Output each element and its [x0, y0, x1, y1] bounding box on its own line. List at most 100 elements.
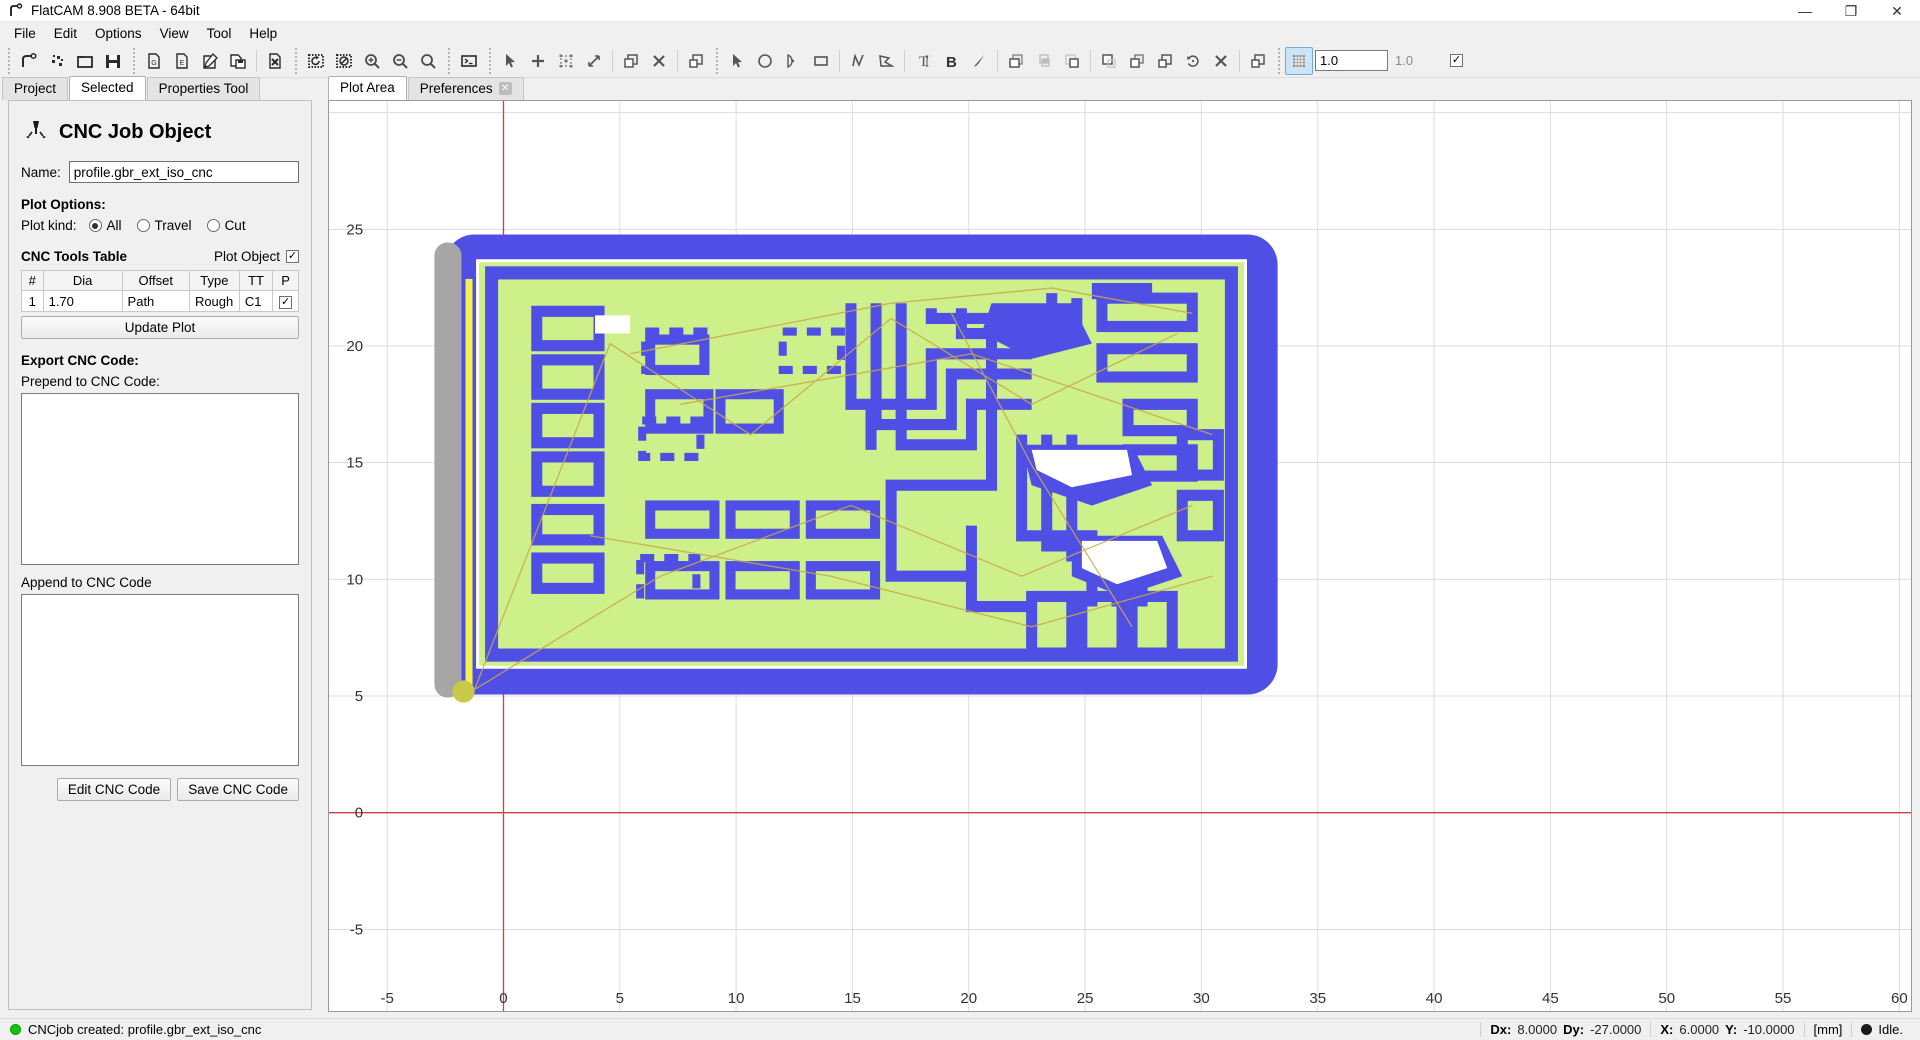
tab-plot-area[interactable]: Plot Area — [328, 76, 407, 100]
svg-text:50: 50 — [1658, 990, 1675, 1007]
minimize-button[interactable]: — — [1782, 0, 1828, 22]
toolbar-grip[interactable] — [486, 47, 493, 74]
radio-label-cut: Cut — [224, 218, 246, 233]
close-button[interactable]: ✕ — [1874, 0, 1920, 22]
save-object-icon[interactable] — [224, 47, 252, 75]
plot-svg: -5 0 5 10 15 20 25 30 35 40 45 50 55 60 -5 0 5 10 15 20 25 — [329, 101, 1911, 1011]
name-label: Name: — [21, 164, 61, 180]
add-polygon-icon[interactable] — [844, 47, 872, 75]
toolbar-separator — [1090, 49, 1091, 72]
plot-object-checkbox[interactable]: ✓ — [286, 250, 299, 263]
snap-to-grid-icon[interactable] — [1285, 46, 1313, 75]
cut-path-icon[interactable] — [1095, 47, 1123, 75]
resize-drill-icon[interactable] — [580, 47, 608, 75]
add-text-icon[interactable]: T — [909, 47, 937, 75]
menu-options[interactable]: Options — [86, 24, 151, 43]
delete-selected-icon[interactable] — [1207, 47, 1235, 75]
radio-plot-kind-all[interactable]: All — [88, 218, 122, 233]
union-icon[interactable] — [1002, 47, 1030, 75]
units-indicator[interactable]: [mm] — [1803, 1022, 1852, 1037]
cell-offset: Path — [121, 290, 190, 312]
buffer-icon[interactable]: B — [937, 47, 965, 75]
edit-object-icon[interactable] — [196, 47, 224, 75]
add-arc-icon[interactable] — [779, 47, 807, 75]
add-drill-icon[interactable] — [524, 47, 552, 75]
select-tool-icon[interactable] — [723, 47, 751, 75]
add-drill-array-icon[interactable] — [552, 47, 580, 75]
add-rectangle-icon[interactable] — [807, 47, 835, 75]
paint-icon[interactable] — [965, 47, 993, 75]
toolbar-separator — [612, 49, 613, 72]
copy-geometry-icon[interactable] — [682, 47, 710, 75]
open-project-icon[interactable] — [71, 47, 99, 75]
cell-type: Rough — [188, 290, 240, 312]
rotate-shape-icon[interactable] — [1179, 47, 1207, 75]
zoom-in-icon[interactable] — [358, 47, 386, 75]
radio-plot-kind-cut[interactable]: Cut — [206, 218, 246, 233]
zoom-out-icon[interactable] — [386, 47, 414, 75]
grid-y-input[interactable]: 1.0 — [1390, 50, 1442, 71]
cell-plot-checkbox[interactable]: ✓ — [279, 296, 293, 309]
new-excellon-icon[interactable] — [43, 47, 71, 75]
plot-area-canvas[interactable]: -5 0 5 10 15 20 25 30 35 40 45 50 55 60 -5 0 5 10 15 20 25 — [328, 100, 1912, 1012]
dy-value: -27.0000 — [1590, 1022, 1642, 1037]
append-cnc-code-textarea[interactable] — [21, 594, 299, 766]
move-shape-icon[interactable] — [1151, 47, 1179, 75]
toolbar-grip[interactable] — [130, 47, 137, 74]
menu-file[interactable]: File — [5, 24, 45, 43]
toolbar-separator — [256, 49, 257, 72]
add-circle-icon[interactable] — [751, 47, 779, 75]
toolbar-grip[interactable] — [5, 47, 12, 74]
menu-help[interactable]: Help — [240, 24, 286, 43]
tab-selected[interactable]: Selected — [69, 76, 146, 100]
copy-object-icon[interactable] — [617, 47, 645, 75]
col-tt: TT — [238, 270, 274, 291]
replot-icon[interactable] — [302, 47, 330, 75]
table-row[interactable]: 1 1.70 Path Rough C1 ✓ — [21, 290, 299, 312]
new-geometry-icon[interactable] — [15, 47, 43, 75]
menu-view[interactable]: View — [151, 24, 198, 43]
edit-cnc-code-button[interactable]: Edit CNC Code — [56, 778, 172, 801]
svg-text:35: 35 — [1309, 990, 1326, 1007]
menu-tool[interactable]: Tool — [198, 24, 241, 43]
update-plot-button[interactable]: Update Plot — [21, 316, 299, 339]
tab-preferences[interactable]: Preferences ✕ — [407, 77, 524, 100]
open-excellon-icon[interactable]: E — [168, 47, 196, 75]
maximize-button[interactable]: ❐ — [1828, 0, 1874, 22]
object-name-input[interactable]: profile.gbr_ext_iso_cnc — [68, 161, 299, 183]
toolbar-grip[interactable] — [1275, 47, 1282, 74]
menu-edit[interactable]: Edit — [45, 24, 86, 43]
subtract-icon[interactable] — [1058, 47, 1086, 75]
toolbar-grip[interactable] — [445, 47, 452, 74]
open-gerber-icon[interactable]: G — [140, 47, 168, 75]
zoom-fit-icon[interactable] — [414, 47, 442, 75]
save-cnc-code-button[interactable]: Save CNC Code — [177, 778, 299, 801]
command-line-icon[interactable] — [455, 47, 483, 75]
delete-object-icon[interactable] — [261, 47, 289, 75]
prepend-cnc-code-textarea[interactable] — [21, 393, 299, 565]
transform-icon[interactable] — [1244, 47, 1272, 75]
tab-properties-tool[interactable]: Properties Tool — [146, 77, 261, 100]
toolbar-grip[interactable] — [713, 47, 720, 74]
tab-project[interactable]: Project — [2, 77, 69, 100]
intersection-icon[interactable] — [1030, 47, 1058, 75]
svg-text:0: 0 — [499, 990, 507, 1007]
save-project-icon[interactable] — [99, 47, 127, 75]
grid-x-input[interactable]: 1.0 — [1315, 50, 1388, 71]
delete-shape-icon[interactable] — [645, 47, 673, 75]
svg-text:0: 0 — [355, 805, 363, 822]
close-icon[interactable]: ✕ — [498, 82, 512, 95]
toolbar-grip[interactable] — [292, 47, 299, 74]
y-value: -10.0000 — [1743, 1022, 1795, 1037]
radio-plot-kind-travel[interactable]: Travel — [136, 218, 192, 233]
clear-plot-icon[interactable] — [330, 47, 358, 75]
toolbar-separator — [997, 49, 998, 72]
svg-text:5: 5 — [616, 990, 624, 1007]
menubar: File Edit Options View Tool Help — [0, 22, 1920, 44]
svg-text:10: 10 — [346, 571, 363, 588]
tab-preferences-label: Preferences — [419, 81, 493, 96]
copy-shape-icon[interactable] — [1123, 47, 1151, 75]
add-path-icon[interactable] — [872, 47, 900, 75]
grid-link-checkbox[interactable]: ✓ — [1450, 54, 1463, 67]
select-icon[interactable] — [496, 47, 524, 75]
